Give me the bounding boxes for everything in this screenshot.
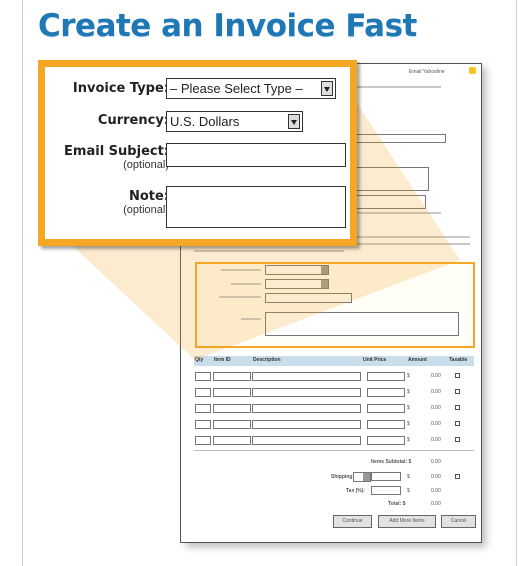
invoice-type-label: Invoice Type: (72, 81, 169, 96)
email-subject-hint: (optional) (123, 159, 169, 171)
currency-label: Currency: (97, 113, 169, 128)
chevron-down-icon[interactable] (288, 114, 300, 129)
currency-select[interactable]: U.S. Dollars (166, 111, 303, 132)
note-label: Note: (128, 189, 169, 204)
email-subject-label: Email Subject: (64, 144, 169, 159)
zoom-callout: Invoice Type: – Please Select Type – Cur… (38, 60, 357, 246)
invoice-type-value: – Please Select Type – (170, 81, 303, 96)
currency-value: U.S. Dollars (170, 114, 240, 129)
note-hint: (optional) (123, 204, 169, 216)
chevron-down-icon[interactable] (321, 81, 333, 96)
email-subject-field[interactable] (166, 143, 346, 167)
note-textarea[interactable] (166, 186, 346, 228)
invoice-type-select[interactable]: – Please Select Type – (166, 78, 336, 99)
